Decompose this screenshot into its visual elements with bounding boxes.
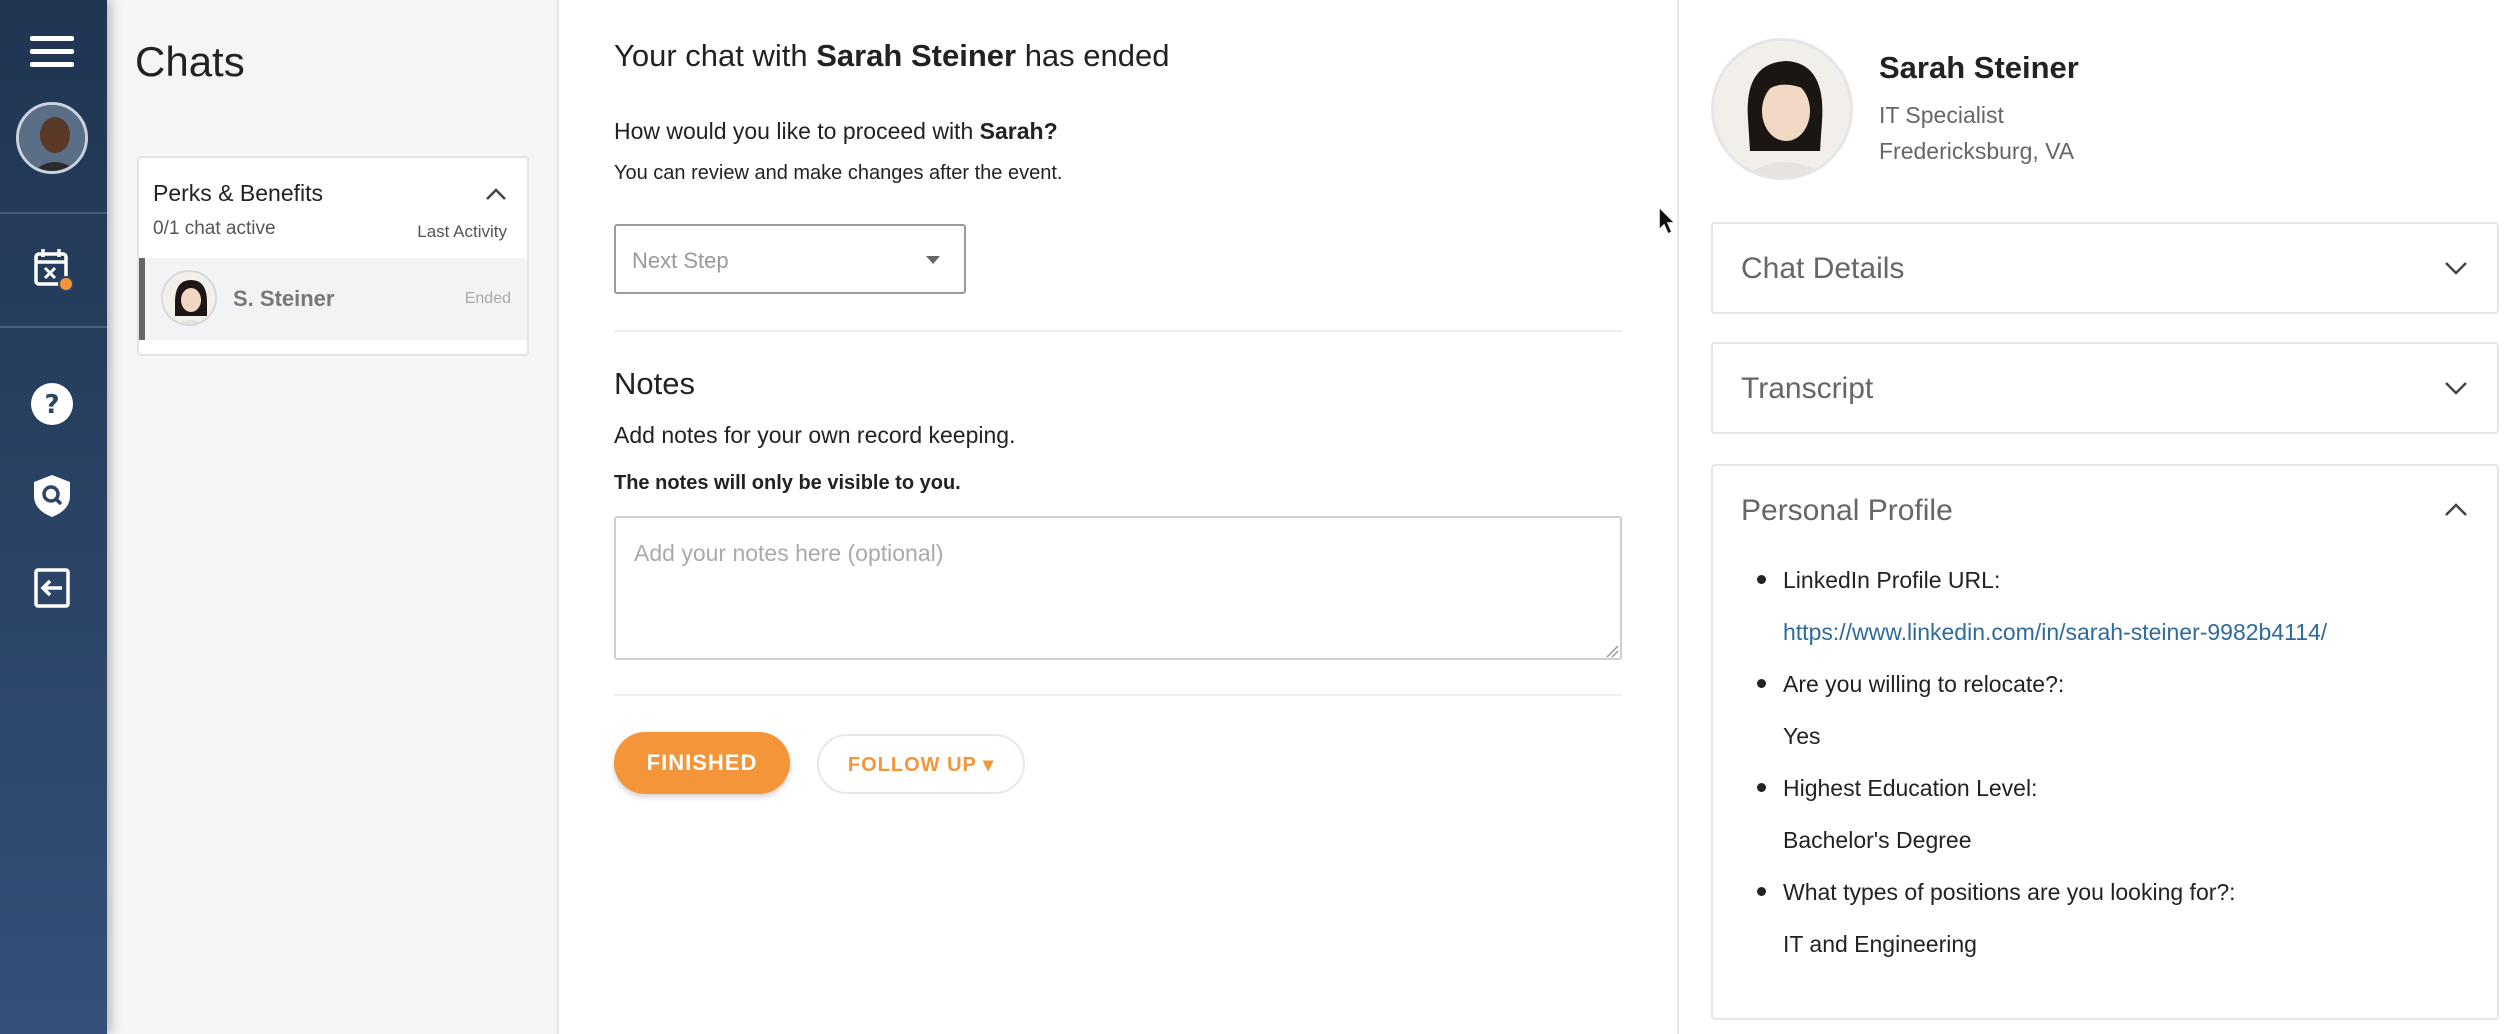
rail-divider	[0, 326, 107, 328]
user-avatar[interactable]	[16, 102, 88, 174]
ended-suffix: has ended	[1016, 38, 1170, 73]
next-step-select[interactable]: Next Step	[614, 224, 966, 294]
caret-down-icon	[926, 256, 940, 264]
chat-details-section: Chat Details	[1711, 222, 2499, 314]
svg-text:?: ?	[44, 390, 59, 420]
transcript-section: Transcript	[1711, 342, 2499, 434]
ended-prefix: Your chat with	[614, 38, 817, 73]
bullet	[1757, 575, 1766, 584]
chat-list-item[interactable]: S. Steiner Ended	[139, 258, 527, 340]
chevron-up-icon[interactable]	[485, 186, 507, 202]
menu-icon[interactable]	[30, 36, 74, 68]
help-icon[interactable]: ?	[28, 380, 76, 428]
profile-field-label: LinkedIn Profile URL:	[1713, 554, 2497, 606]
group-name: Perks & Benefits	[153, 180, 324, 206]
chevron-down-icon	[2443, 380, 2469, 396]
proceed-prefix: How would you like to proceed with	[614, 118, 980, 144]
sign-out-icon[interactable]	[28, 564, 76, 612]
profile-field-label: Are you willing to relocate?:	[1713, 658, 2497, 710]
relocate-value: Yes	[1783, 723, 1821, 749]
linkedin-label: LinkedIn Profile URL:	[1783, 567, 2001, 593]
candidate-title: IT Specialist	[1879, 102, 2004, 128]
follow-up-button[interactable]: FOLLOW UP ▾	[817, 734, 1025, 794]
bullet	[1757, 679, 1766, 688]
chat-ended-form: Your chat with Sarah Steiner has ended H…	[559, 0, 1677, 1034]
personal-profile-header[interactable]: Personal Profile	[1713, 466, 2497, 554]
proceed-name: Sarah?	[979, 118, 1058, 144]
proceed-question: How would you like to proceed with Sarah…	[614, 118, 1058, 145]
proceed-subtext: You can review and make changes after th…	[614, 162, 1063, 184]
resize-handle-icon[interactable]	[1605, 644, 1619, 658]
notes-visibility: The notes will only be visible to you.	[614, 472, 961, 494]
relocate-label: Are you willing to relocate?:	[1783, 671, 2065, 697]
ended-name: Sarah Steiner	[816, 38, 1017, 73]
finished-button[interactable]: FINISHED	[614, 732, 790, 794]
bullet	[1757, 783, 1766, 792]
chats-title: Chats	[135, 38, 245, 85]
nav-rail: ?	[0, 0, 107, 1034]
candidate-profile-panel: Sarah Steiner IT Specialist Fredericksbu…	[1677, 0, 2508, 1034]
bullet	[1757, 887, 1766, 896]
chevron-up-icon	[2443, 502, 2469, 518]
last-activity-label: Last Activity	[417, 222, 507, 241]
education-label: Highest Education Level:	[1783, 775, 2038, 801]
transcript-title: Transcript	[1741, 372, 1874, 405]
group-active-count: 0/1 chat active	[153, 218, 276, 239]
candidate-photo	[1711, 38, 1853, 180]
candidate-name: Sarah Steiner	[1879, 50, 2079, 85]
shield-search-icon[interactable]	[28, 472, 76, 520]
notes-title: Notes	[614, 366, 695, 401]
profile-field-label: Highest Education Level:	[1713, 762, 2497, 814]
education-value: Bachelor's Degree	[1783, 827, 1972, 853]
chat-ended-heading: Your chat with Sarah Steiner has ended	[614, 38, 1170, 74]
positions-label: What types of positions are you looking …	[1783, 879, 2236, 905]
next-step-placeholder: Next Step	[632, 248, 729, 273]
chat-item-status: Ended	[464, 290, 511, 307]
transcript-header[interactable]: Transcript	[1713, 344, 2497, 432]
calendar-x-icon[interactable]	[28, 244, 76, 292]
chat-item-name: S. Steiner	[233, 286, 335, 311]
positions-value: IT and Engineering	[1783, 931, 1977, 957]
notes-description: Add notes for your own record keeping.	[614, 422, 1016, 448]
personal-profile-section: Personal Profile LinkedIn Profile URL: h…	[1711, 464, 2499, 1020]
chat-group-card: Perks & Benefits 0/1 chat active Last Ac…	[137, 156, 529, 356]
profile-field-label: What types of positions are you looking …	[1713, 866, 2497, 918]
chevron-down-icon	[2443, 260, 2469, 276]
rail-divider	[0, 212, 107, 214]
section-divider	[614, 330, 1622, 332]
candidate-location: Fredericksburg, VA	[1879, 138, 2075, 164]
section-divider	[614, 694, 1622, 696]
mouse-cursor-icon	[1658, 205, 1678, 236]
chats-panel: Chats Perks & Benefits 0/1 chat active L…	[107, 0, 559, 1034]
notes-textarea[interactable]	[614, 516, 1622, 660]
personal-profile-title: Personal Profile	[1741, 494, 1953, 527]
personal-profile-list: LinkedIn Profile URL: https://www.linked…	[1713, 554, 2497, 994]
chat-avatar	[161, 270, 217, 326]
chat-details-header[interactable]: Chat Details	[1713, 224, 2497, 312]
chat-details-title: Chat Details	[1741, 252, 1905, 285]
linkedin-url-link[interactable]: https://www.linkedin.com/in/sarah-steine…	[1713, 606, 2497, 658]
